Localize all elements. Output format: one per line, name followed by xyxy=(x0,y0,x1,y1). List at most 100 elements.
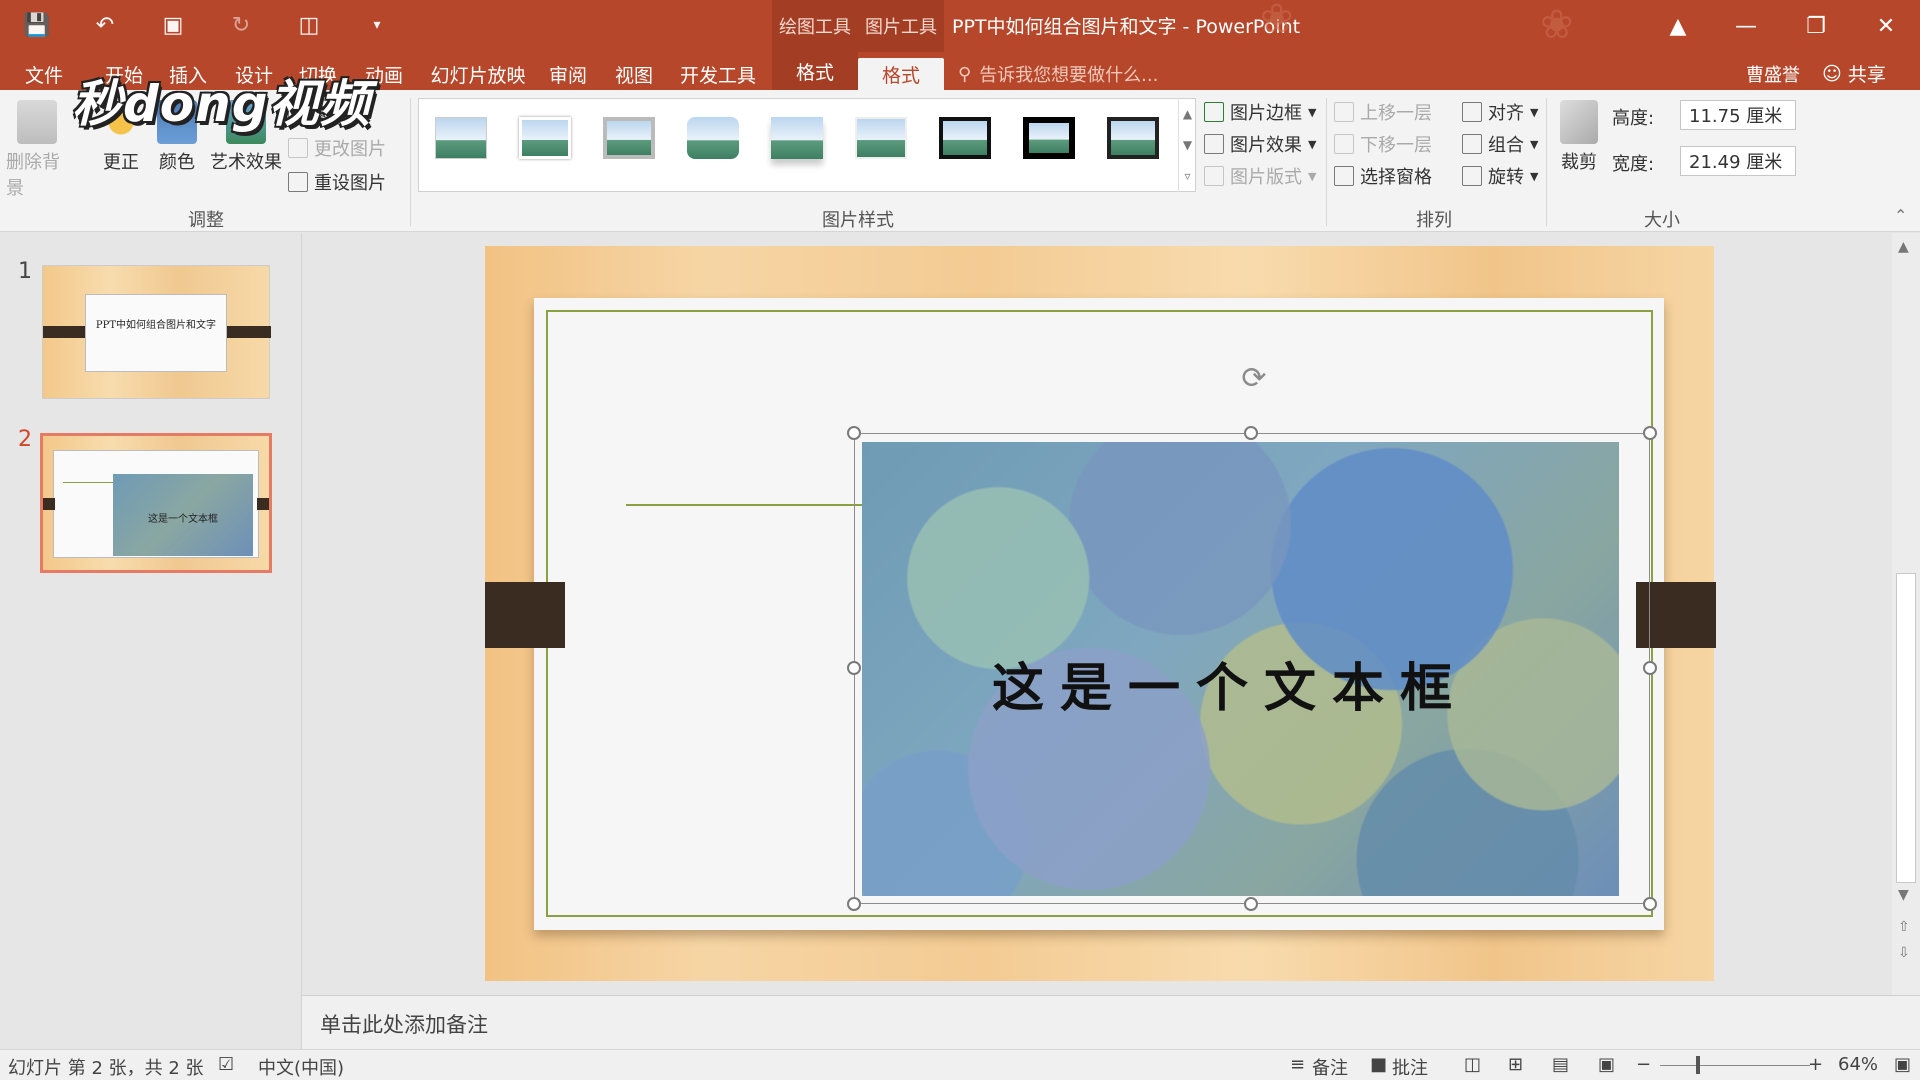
comments-icon[interactable]: ■ xyxy=(1370,1054,1387,1075)
thumb-clip-right xyxy=(257,498,269,510)
fit-to-window-icon[interactable]: ▣ xyxy=(1894,1054,1911,1075)
context-group-picture-tools: 图片工具 xyxy=(858,0,944,52)
resize-handle[interactable] xyxy=(1643,661,1657,675)
picture-style-thumb[interactable] xyxy=(429,111,493,165)
picture-style-thumb[interactable] xyxy=(1101,111,1165,165)
align-label: 对齐 xyxy=(1488,103,1524,124)
change-picture-button[interactable]: 更改图片 xyxy=(288,134,386,162)
spellcheck-icon[interactable]: ☑ xyxy=(218,1054,234,1075)
scroll-up-icon[interactable]: ▲ xyxy=(1898,239,1909,255)
resize-handle[interactable] xyxy=(847,426,861,440)
rotate-button[interactable]: 旋转 ▼ xyxy=(1462,162,1538,190)
close-icon[interactable]: ✕ xyxy=(1866,10,1906,42)
notes-toggle-icon[interactable]: ≡ xyxy=(1290,1054,1305,1075)
notes-pane[interactable]: 单击此处添加备注 xyxy=(302,995,1920,1049)
resize-handle[interactable] xyxy=(1244,897,1258,911)
selection-pane-icon xyxy=(1334,166,1354,186)
picture-border-button[interactable]: 图片边框 ▼ xyxy=(1204,98,1316,126)
picture-style-thumb[interactable] xyxy=(597,111,661,165)
picture-style-thumb[interactable] xyxy=(849,111,913,165)
share-button[interactable]: ☺ 共享 xyxy=(1822,60,1886,87)
picture-style-thumb[interactable] xyxy=(513,111,577,165)
gallery-up-icon[interactable]: ▲ xyxy=(1183,107,1192,121)
picture-layout-button[interactable]: 图片版式 ▼ xyxy=(1204,162,1316,190)
group-objects-button[interactable]: 组合 ▼ xyxy=(1462,130,1538,158)
scroll-down-icon[interactable]: ▼ xyxy=(1898,887,1909,903)
crop-button[interactable]: 裁剪 xyxy=(1548,100,1610,174)
resize-handle[interactable] xyxy=(847,661,861,675)
tab-drawing-format[interactable]: 格式 xyxy=(772,52,858,90)
change-picture-label: 更改图片 xyxy=(314,139,386,160)
resize-handle[interactable] xyxy=(1643,897,1657,911)
slideshow-icon[interactable]: ◫ xyxy=(292,8,326,42)
zoom-in-icon[interactable]: + xyxy=(1808,1054,1823,1075)
gallery-down-icon[interactable]: ▼ xyxy=(1183,138,1192,152)
picture-effects-button[interactable]: 图片效果 ▼ xyxy=(1204,130,1316,158)
redo-icon[interactable]: ↻ xyxy=(224,8,258,42)
restore-icon[interactable]: ❐ xyxy=(1796,10,1836,42)
tab-picture-format[interactable]: 格式 xyxy=(858,58,944,90)
width-label: 宽度: xyxy=(1612,154,1655,175)
zoom-level[interactable]: 64% xyxy=(1838,1054,1878,1075)
zoom-slider-track[interactable] xyxy=(1660,1065,1810,1066)
tab-review[interactable]: 审阅 xyxy=(542,58,594,90)
tab-file[interactable]: 文件 xyxy=(18,58,70,90)
notes-toggle[interactable]: 备注 xyxy=(1312,1054,1348,1080)
selection-pane-button[interactable]: 选择窗格 xyxy=(1334,162,1432,190)
next-slide-icon[interactable]: ⇩ xyxy=(1898,945,1910,961)
dropdown-arrow-icon: ▼ xyxy=(1530,105,1539,119)
ribbon-display-options-icon[interactable]: ▲ xyxy=(1658,10,1698,42)
zoom-slider-thumb[interactable] xyxy=(1696,1056,1700,1074)
slideshow-view-icon[interactable]: ▣ xyxy=(1598,1054,1615,1075)
tell-me-box[interactable]: ⚲ 告诉我您想要做什么... xyxy=(958,61,1158,87)
remove-background-button[interactable]: 删除背景 xyxy=(6,100,68,200)
thumb-card xyxy=(85,294,227,372)
bring-forward-button[interactable]: 上移一层 xyxy=(1334,98,1432,126)
resize-handle[interactable] xyxy=(1244,426,1258,440)
customize-qat-icon[interactable]: ▾ xyxy=(360,8,394,42)
rotate-handle-icon[interactable]: ⟳ xyxy=(1238,361,1270,396)
effects-icon xyxy=(1204,134,1224,154)
height-field[interactable]: 11.75 厘米 xyxy=(1680,100,1796,130)
normal-view-icon[interactable]: ◫ xyxy=(1464,1054,1481,1075)
gallery-more-icon[interactable]: ▿ xyxy=(1184,169,1190,183)
resize-handle[interactable] xyxy=(847,897,861,911)
resize-handle[interactable] xyxy=(1643,426,1657,440)
scrollbar-thumb[interactable] xyxy=(1896,573,1916,883)
context-group-drawing-tools: 绘图工具 xyxy=(772,0,858,52)
width-field[interactable]: 21.49 厘米 xyxy=(1680,146,1796,176)
comments-toggle[interactable]: 批注 xyxy=(1392,1054,1428,1080)
reset-picture-button[interactable]: 重设图片 xyxy=(288,168,386,196)
user-name[interactable]: 曹盛誉 xyxy=(1746,61,1800,87)
tab-slideshow[interactable]: 幻灯片放映 xyxy=(428,58,528,90)
tab-view[interactable]: 视图 xyxy=(608,58,660,90)
zoom-out-icon[interactable]: − xyxy=(1636,1054,1651,1075)
slide-sorter-icon[interactable]: ⊞ xyxy=(1508,1054,1523,1075)
picture-style-thumb[interactable] xyxy=(765,111,829,165)
save-icon[interactable]: 💾 xyxy=(20,8,54,42)
language-indicator[interactable]: 中文(中国) xyxy=(258,1054,344,1080)
title-bar: 💾 ↶ ▣ ↻ ◫ ▾ 绘图工具 图片工具 PPT中如何组合图片和文字 - Po… xyxy=(0,0,1920,52)
quick-access-toolbar: 💾 ↶ ▣ ↻ ◫ ▾ xyxy=(20,8,394,42)
presentation-icon[interactable]: ▣ xyxy=(156,8,190,42)
collapse-ribbon-icon[interactable]: ⌃ xyxy=(1894,206,1907,225)
bring-forward-label: 上移一层 xyxy=(1360,103,1432,124)
dropdown-arrow-icon: ▼ xyxy=(1530,169,1539,183)
tab-developer[interactable]: 开发工具 xyxy=(676,58,760,90)
minimize-icon[interactable]: — xyxy=(1726,10,1766,42)
vertical-scrollbar[interactable]: ▲ ▼ ⇧ ⇩ xyxy=(1892,233,1920,995)
group-label-picture-styles: 图片样式 xyxy=(822,210,894,231)
send-backward-button[interactable]: 下移一层 xyxy=(1334,130,1432,158)
picture-style-thumb[interactable] xyxy=(681,111,745,165)
picture-style-thumb[interactable] xyxy=(1017,111,1081,165)
slide-thumbnail[interactable]: PPT中如何组合图片和文字 xyxy=(42,265,271,399)
undo-icon[interactable]: ↶ xyxy=(88,8,122,42)
gallery-scroll[interactable]: ▲ ▼ ▿ xyxy=(1178,98,1196,192)
left-clip-decoration xyxy=(485,582,565,648)
previous-slide-icon[interactable]: ⇧ xyxy=(1898,919,1910,935)
reading-view-icon[interactable]: ▤ xyxy=(1552,1054,1569,1075)
align-button[interactable]: 对齐 ▼ xyxy=(1462,98,1538,126)
picture-style-thumb[interactable] xyxy=(933,111,997,165)
slide-thumbnail-selected[interactable]: 这是一个文本框 xyxy=(40,433,272,573)
thumb-line xyxy=(63,482,113,483)
